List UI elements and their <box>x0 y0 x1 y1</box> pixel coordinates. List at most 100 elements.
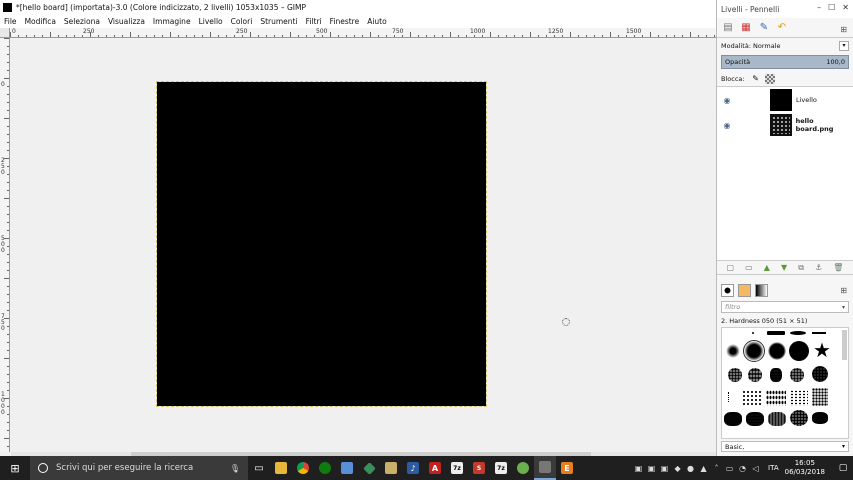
eye-icon[interactable]: ◉ <box>721 121 733 130</box>
channels-tab-icon[interactable]: ▦ <box>739 21 753 35</box>
brush-grid[interactable]: ★ <box>721 327 849 439</box>
duplicate-layer-icon[interactable]: ⧉ <box>798 263 804 273</box>
brush-item[interactable] <box>766 390 786 406</box>
menu-filtri[interactable]: Filtri <box>306 17 322 26</box>
anchor-layer-icon[interactable]: ⚓ <box>815 263 822 272</box>
gradients-tab-icon[interactable] <box>755 283 768 297</box>
brush-item[interactable] <box>752 332 754 334</box>
menu-seleziona[interactable]: Seleziona <box>64 17 100 26</box>
windows-start-icon[interactable]: ⊞ <box>0 456 30 480</box>
app-icon[interactable] <box>358 456 380 480</box>
new-layer-icon[interactable]: ▢ <box>727 263 735 272</box>
brush-item[interactable] <box>790 368 804 382</box>
vertical-ruler[interactable]: 0 250 500 750 1000 <box>0 38 10 452</box>
clock[interactable]: 16:05 06/03/2018 <box>785 459 825 477</box>
brush-item[interactable] <box>789 341 809 361</box>
app-icon[interactable]: S <box>468 456 490 480</box>
lock-alpha-icon[interactable] <box>764 73 775 84</box>
brush-item[interactable] <box>812 412 828 424</box>
show-hidden-icons-icon[interactable]: ˄ <box>710 464 723 473</box>
brush-preset-select[interactable]: Basic, ▾ <box>721 441 849 452</box>
menu-colori[interactable]: Colori <box>231 17 253 26</box>
app-icon[interactable] <box>512 456 534 480</box>
brush-item[interactable] <box>812 332 826 334</box>
7zip-icon[interactable]: 7z <box>490 456 512 480</box>
delete-layer-icon[interactable]: 🗑 <box>833 263 843 272</box>
mode-select[interactable]: Normale <box>753 42 781 50</box>
brush-item[interactable] <box>748 368 762 382</box>
wifi-icon[interactable]: ◔ <box>736 464 749 473</box>
brushes-tab-icon[interactable] <box>721 283 734 297</box>
chevron-down-icon[interactable]: ▾ <box>839 40 849 51</box>
tray-app-icon[interactable]: ◆ <box>671 464 684 473</box>
gimp-taskbar-icon[interactable] <box>534 456 556 480</box>
paint-icon[interactable] <box>336 456 358 480</box>
menu-livello[interactable]: Livello <box>199 17 223 26</box>
lock-pixels-icon[interactable]: ✎ <box>751 74 761 84</box>
brush-filter-input[interactable]: filtro ▾ <box>721 301 849 313</box>
volume-icon[interactable]: ◁ <box>749 464 762 473</box>
brush-item[interactable] <box>724 412 742 426</box>
tab-menu-icon[interactable]: ⊞ <box>840 286 847 295</box>
brush-item[interactable] <box>768 342 786 360</box>
patterns-tab-icon[interactable] <box>738 283 751 297</box>
menu-immagine[interactable]: Immagine <box>153 17 191 26</box>
opacity-value[interactable]: 100,0 <box>826 58 845 66</box>
xbox-icon[interactable] <box>314 456 336 480</box>
eye-icon[interactable]: ◉ <box>721 96 733 105</box>
tray-app-icon[interactable]: ● <box>684 464 697 473</box>
opacity-slider[interactable]: Opacità 100,0 <box>721 55 849 69</box>
tray-app-icon[interactable]: ▣ <box>645 464 658 473</box>
raise-layer-icon[interactable]: ▲ <box>764 263 770 272</box>
brush-item[interactable] <box>790 390 808 406</box>
ruler-corner[interactable] <box>0 28 10 38</box>
layers-tab-icon[interactable]: ▤ <box>721 21 735 35</box>
close-icon[interactable]: ✕ <box>842 3 849 12</box>
image-layer-black[interactable] <box>156 81 487 407</box>
new-group-icon[interactable]: ▭ <box>745 263 753 272</box>
horizontal-ruler[interactable]: 0 250 250 500 750 1000 1250 1500 <box>10 28 716 38</box>
brush-item[interactable] <box>767 331 785 335</box>
minimize-icon[interactable]: – <box>817 3 821 12</box>
image-canvas[interactable] <box>11 39 716 452</box>
brush-item[interactable] <box>728 368 742 382</box>
undo-history-tab-icon[interactable]: ↶ <box>775 21 789 35</box>
brush-item[interactable] <box>768 412 786 426</box>
notifications-icon[interactable]: ▢ <box>833 463 853 473</box>
chevron-down-icon[interactable]: ▾ <box>842 304 845 311</box>
menu-strumenti[interactable]: Strumenti <box>260 17 297 26</box>
brush-scrollbar[interactable] <box>842 330 847 360</box>
paths-tab-icon[interactable]: ✎ <box>757 21 771 35</box>
brush-item[interactable] <box>790 331 806 335</box>
file-explorer-icon[interactable] <box>270 456 292 480</box>
tray-app-icon[interactable]: ▲ <box>697 464 710 473</box>
photos-icon[interactable] <box>380 456 402 480</box>
chrome-icon[interactable] <box>292 456 314 480</box>
microphone-icon[interactable]: 🎙 <box>230 464 240 473</box>
brush-item[interactable] <box>728 392 734 402</box>
menu-finestre[interactable]: Finestre <box>330 17 360 26</box>
brush-item[interactable] <box>812 388 828 406</box>
brush-item[interactable] <box>742 390 762 406</box>
tray-app-icon[interactable]: ▣ <box>632 464 645 473</box>
taskbar-search[interactable]: Scrivi qui per eseguire la ricerca 🎙 <box>30 456 248 480</box>
app-icon[interactable]: E <box>556 456 578 480</box>
lower-layer-icon[interactable]: ▼ <box>781 263 787 272</box>
adobe-reader-icon[interactable]: A <box>424 456 446 480</box>
tab-menu-icon[interactable]: ⊞ <box>840 25 847 34</box>
app-icon[interactable]: ♪ <box>402 456 424 480</box>
tray-app-icon[interactable]: ▣ <box>658 464 671 473</box>
brush-item[interactable] <box>726 344 740 358</box>
task-view-icon[interactable]: ▭ <box>248 456 270 480</box>
brush-item[interactable] <box>812 366 828 382</box>
maximize-icon[interactable]: ☐ <box>828 3 835 12</box>
menu-file[interactable]: File <box>4 17 17 26</box>
brush-item-selected[interactable] <box>743 340 765 362</box>
7zip-icon[interactable]: 7z <box>446 456 468 480</box>
brush-item[interactable]: ★ <box>812 340 832 360</box>
brush-item[interactable] <box>746 412 764 426</box>
brush-item[interactable] <box>790 410 808 426</box>
chevron-down-icon[interactable]: ▾ <box>842 443 845 450</box>
layer-row[interactable]: ◉ Livello <box>717 88 853 112</box>
input-language[interactable]: ITA <box>768 464 779 472</box>
